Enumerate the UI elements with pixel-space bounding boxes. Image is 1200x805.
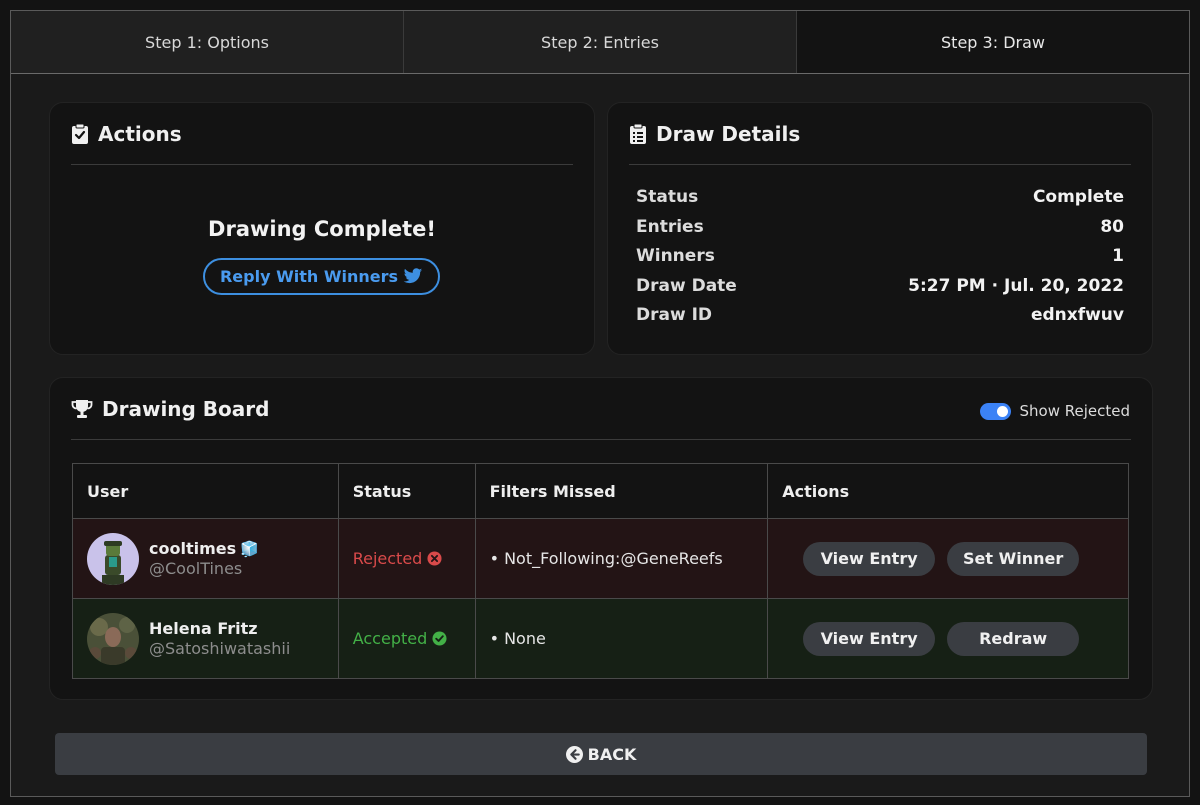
detail-row-winners: Winners 1 xyxy=(636,246,1124,276)
status-text: Rejected xyxy=(352,549,423,568)
column-header-actions: Actions xyxy=(767,463,1129,519)
arrow-left-circle-icon xyxy=(565,745,583,763)
avatar[interactable] xyxy=(87,532,139,585)
tab-step-2-entries[interactable]: Step 2: Entries xyxy=(404,11,797,73)
status-cell: Rejected xyxy=(337,518,476,599)
detail-row-draw-id: Draw ID ednxfwuv xyxy=(636,305,1124,335)
status-badge: Accepted xyxy=(353,629,475,648)
user-cell: Helena Fritz @Satoshiwatashii xyxy=(72,598,339,679)
draw-details-card-header: Draw Details xyxy=(629,103,1131,165)
drawing-complete-message: Drawing Complete! xyxy=(208,217,436,241)
detail-value: 80 xyxy=(1100,216,1124,237)
reply-with-winners-label: Reply With Winners xyxy=(219,267,399,286)
trophy-icon xyxy=(71,399,93,419)
back-button[interactable]: BACK xyxy=(55,733,1147,775)
detail-key: Draw Date xyxy=(636,275,737,296)
actions-card-title: Actions xyxy=(98,121,182,146)
table-row: cooltimes 🧊 @CoolTines Rejected • Not_Fo… xyxy=(72,518,1129,599)
user-handle[interactable]: @CoolTines xyxy=(149,559,259,578)
detail-row-entries: Entries 80 xyxy=(636,217,1124,247)
draw-details-list: Status Complete Entries 80 Winners 1 Dra… xyxy=(636,187,1124,335)
view-entry-button[interactable]: View Entry xyxy=(803,621,936,656)
user-name-text: cooltimes xyxy=(149,539,237,558)
column-header-user: User xyxy=(72,463,339,519)
filters-missed-cell: • Not_Following:@GeneReefs xyxy=(474,518,769,599)
toggle-knob xyxy=(996,405,1008,417)
column-header-filters-missed: Filters Missed xyxy=(474,463,769,519)
tab-step-1-options[interactable]: Step 1: Options xyxy=(11,11,404,73)
toggle-switch[interactable] xyxy=(979,402,1011,420)
detail-row-status: Status Complete xyxy=(636,187,1124,217)
filters-missed-cell: • None xyxy=(474,598,769,679)
back-button-label: BACK xyxy=(587,744,637,764)
set-winner-button[interactable]: Set Winner xyxy=(947,541,1080,576)
detail-value: 1 xyxy=(1112,246,1124,266)
draw-details-card-title: Draw Details xyxy=(656,121,801,146)
actions-cell: View Entry Set Winner xyxy=(767,518,1129,599)
detail-key: Winners xyxy=(636,246,715,266)
tab-step-3-draw[interactable]: Step 3: Draw xyxy=(797,11,1189,73)
actions-cell: View Entry Redraw xyxy=(767,598,1129,679)
redraw-button[interactable]: Redraw xyxy=(947,621,1080,656)
detail-row-draw-date: Draw Date 5:27 PM · Jul. 20, 2022 xyxy=(636,276,1124,306)
user-name: cooltimes 🧊 xyxy=(149,539,259,558)
show-rejected-toggle[interactable]: Show Rejected xyxy=(979,402,1131,420)
detail-key: Entries xyxy=(636,216,704,237)
user-cell: cooltimes 🧊 @CoolTines xyxy=(72,518,339,599)
entries-table: User Status Filters Missed Actions coolt… xyxy=(72,463,1129,679)
avatar[interactable] xyxy=(87,612,139,665)
detail-key: Status xyxy=(636,187,699,207)
detail-key: Draw ID xyxy=(636,305,713,325)
actions-card-header: Actions xyxy=(71,103,573,165)
check-circle-icon xyxy=(432,631,447,646)
column-header-status: Status xyxy=(337,463,476,519)
detail-value: 5:27 PM · Jul. 20, 2022 xyxy=(908,275,1124,296)
reply-with-winners-button[interactable]: Reply With Winners xyxy=(203,258,440,295)
x-circle-icon xyxy=(427,551,442,566)
user-name-text: Helena Fritz xyxy=(149,619,258,638)
status-cell: Accepted xyxy=(337,598,476,679)
status-badge: Rejected xyxy=(353,549,475,568)
table-row: Helena Fritz @Satoshiwatashii Accepted •… xyxy=(72,598,1129,679)
clipboard-list-icon xyxy=(629,123,647,145)
user-name: Helena Fritz xyxy=(149,619,290,638)
drawing-board-card: Drawing Board Show Rejected User Status … xyxy=(49,377,1153,700)
show-rejected-label: Show Rejected xyxy=(1019,402,1131,420)
actions-card: Actions Drawing Complete! Reply With Win… xyxy=(49,102,595,355)
detail-value: ednxfwuv xyxy=(1030,305,1124,325)
drawing-board-title: Drawing Board xyxy=(102,396,270,421)
step-tabs: Step 1: Options Step 2: Entries Step 3: … xyxy=(11,11,1189,74)
status-text: Accepted xyxy=(352,629,428,648)
app-frame: Step 1: Options Step 2: Entries Step 3: … xyxy=(10,10,1190,797)
twitter-bird-icon xyxy=(403,268,423,285)
detail-value: Complete xyxy=(1032,187,1124,207)
draw-details-card: Draw Details Status Complete Entries 80 … xyxy=(607,102,1153,355)
view-entry-button[interactable]: View Entry xyxy=(803,541,936,576)
table-header-row: User Status Filters Missed Actions xyxy=(72,463,1129,519)
clipboard-check-icon xyxy=(71,123,89,145)
user-handle[interactable]: @Satoshiwatashii xyxy=(149,639,290,658)
drawing-board-header: Drawing Board xyxy=(71,378,1131,440)
ice-cube-icon: 🧊 xyxy=(240,539,259,558)
